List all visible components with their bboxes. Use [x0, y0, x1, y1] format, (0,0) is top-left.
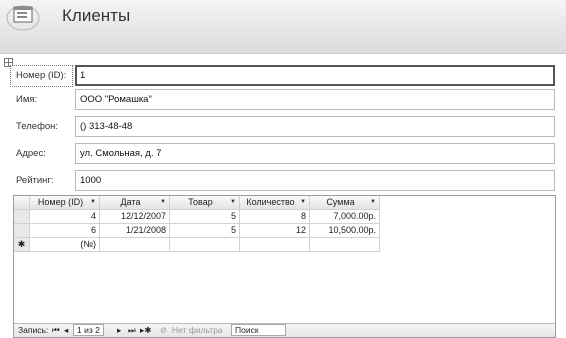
column-header[interactable]: Дата ▼	[100, 196, 170, 210]
form-header: Клиенты	[0, 0, 566, 54]
form-title: Клиенты	[62, 6, 131, 25]
table-cell[interactable]: 1/21/2008	[100, 224, 170, 238]
dropdown-arrow-icon[interactable]: ▼	[160, 196, 166, 209]
row-selector[interactable]	[14, 210, 30, 224]
phone-label: Телефон:	[16, 121, 59, 132]
filter-icon[interactable]: ⊘	[160, 324, 167, 337]
new-record-row[interactable]: ✱ (№)	[14, 238, 380, 252]
first-record-icon[interactable]: ⏮	[52, 324, 60, 337]
orders-subform: Номер (ID) ▼ Дата ▼ Товар ▼ Количество ▼…	[13, 195, 556, 338]
row-selector[interactable]	[14, 224, 30, 238]
table-cell[interactable]: 5	[170, 210, 240, 224]
name-label: Имя:	[16, 94, 38, 105]
id-label: Номер (ID):	[10, 65, 73, 87]
new-record-icon[interactable]: ✱	[14, 238, 30, 252]
column-header-label: Номер (ID)	[37, 197, 84, 207]
record-label: Запись:	[18, 325, 49, 335]
next-record-icon[interactable]: ▸	[117, 324, 121, 337]
new-record-nav-icon[interactable]: ▸✱	[140, 324, 151, 337]
column-header[interactable]: Номер (ID) ▼	[30, 196, 100, 210]
column-header[interactable]: Товар ▼	[170, 196, 240, 210]
record-position-input[interactable]: 1 из 2	[73, 324, 104, 336]
address-field[interactable]: ул. Смольная, д. 7	[75, 143, 555, 164]
column-header[interactable]: Сумма ▼	[310, 196, 380, 210]
table-cell[interactable]: 12/12/2007	[100, 210, 170, 224]
table-cell[interactable]: 12	[240, 224, 310, 238]
phone-field[interactable]: () 313-48-48	[75, 116, 555, 137]
table-row[interactable]: 6 1/21/2008 5 12 10,500.00р.	[14, 224, 380, 238]
name-field[interactable]: ООО "Ромашка"	[75, 89, 555, 110]
rating-label: Рейтинг:	[16, 175, 54, 186]
column-header[interactable]: Количество ▼	[240, 196, 310, 210]
form-icon	[6, 5, 40, 31]
table-cell[interactable]: (№)	[30, 238, 100, 252]
search-box[interactable]: Поиск	[231, 324, 286, 336]
table-cell[interactable]: 8	[240, 210, 310, 224]
table-cell[interactable]	[240, 238, 310, 252]
table-cell[interactable]: 6	[30, 224, 100, 238]
table-cell[interactable]	[170, 238, 240, 252]
select-all-corner[interactable]	[14, 196, 30, 210]
filter-status[interactable]: Нет фильтра	[172, 324, 223, 337]
table-row[interactable]: 4 12/12/2007 5 8 7,000.00р.	[14, 210, 380, 224]
dropdown-arrow-icon[interactable]: ▼	[90, 196, 96, 209]
column-header-label: Дата	[120, 197, 141, 207]
dropdown-arrow-icon[interactable]: ▼	[300, 196, 306, 209]
previous-record-icon[interactable]: ◂	[64, 324, 68, 337]
address-label: Адрес:	[16, 148, 46, 159]
column-header-label: Сумма	[326, 197, 355, 207]
record-navigation-bar: Запись: ⏮ ◂ 1 из 2 ▸ ⏭ ▸✱ ⊘ Нет фильтра …	[14, 323, 555, 337]
column-header-label: Количество	[246, 197, 295, 207]
table-cell[interactable]: 5	[170, 224, 240, 238]
column-header-label: Товар	[188, 197, 213, 207]
last-record-icon[interactable]: ⏭	[128, 324, 136, 337]
table-cell[interactable]	[100, 238, 170, 252]
table-cell[interactable]	[310, 238, 380, 252]
table-cell[interactable]: 7,000.00р.	[310, 210, 380, 224]
table-cell[interactable]: 4	[30, 210, 100, 224]
datasheet-header-row: Номер (ID) ▼ Дата ▼ Товар ▼ Количество ▼…	[14, 196, 380, 210]
rating-field[interactable]: 1000	[75, 170, 555, 191]
table-cell[interactable]: 10,500.00р.	[310, 224, 380, 238]
dropdown-arrow-icon[interactable]: ▼	[230, 196, 236, 209]
id-field[interactable]: 1	[75, 65, 555, 86]
dropdown-arrow-icon[interactable]: ▼	[370, 196, 376, 209]
